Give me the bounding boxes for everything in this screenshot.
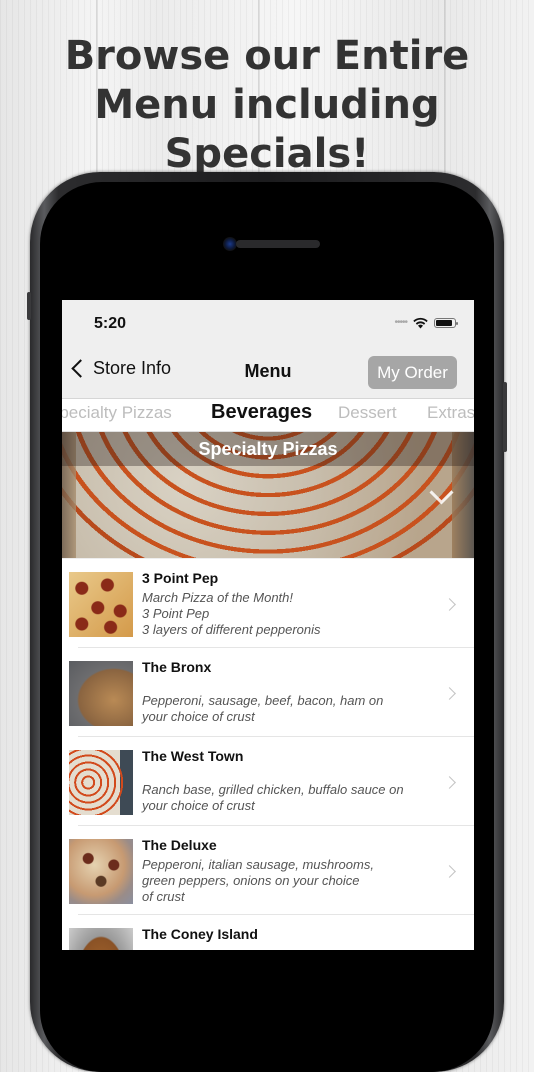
mute-switch bbox=[27, 292, 31, 320]
chevron-left-icon bbox=[71, 359, 90, 378]
chevron-right-icon bbox=[443, 776, 456, 789]
pizza-thumbnail bbox=[69, 572, 133, 637]
menu-item-name: The West Town bbox=[142, 748, 244, 764]
description-line: your choice of crust bbox=[142, 709, 255, 724]
category-banner[interactable]: Specialty Pizzas bbox=[62, 432, 474, 558]
power-button bbox=[503, 382, 507, 452]
chevron-down-icon[interactable] bbox=[429, 480, 454, 505]
description-line: Ranch base, grilled chicken, buffalo sau… bbox=[142, 782, 404, 797]
status-time: 5:20 bbox=[94, 315, 127, 332]
my-order-button[interactable]: My Order bbox=[368, 356, 457, 389]
menu-item-name: The Bronx bbox=[142, 659, 212, 675]
earpiece-speaker bbox=[236, 240, 320, 248]
menu-item-row[interactable]: The Bronx Pepperoni, sausage, beef, baco… bbox=[62, 648, 474, 737]
pizza-thumbnail bbox=[69, 839, 133, 904]
tab-beverages[interactable]: Beverages bbox=[211, 401, 312, 424]
menu-item-name: The Deluxe bbox=[142, 837, 217, 853]
back-button[interactable]: Store Info bbox=[70, 358, 171, 379]
description-line: Pepperoni, sausage, beef, bacon, ham on bbox=[142, 693, 384, 708]
menu-list: 3 Point Pep March Pizza of the Month! 3 … bbox=[62, 558, 474, 950]
headline-line-1: Browse our Entire bbox=[64, 33, 470, 79]
menu-item-description: March Pizza of the Month! 3 Point Pep 3 … bbox=[142, 590, 432, 638]
status-bar: 5:20 ••••• bbox=[62, 300, 474, 348]
app-screen: 5:20 ••••• Store Info Menu My Order Spec… bbox=[62, 300, 474, 950]
signal-dots-icon: ••••• bbox=[394, 317, 407, 328]
chevron-right-icon bbox=[443, 598, 456, 611]
description-line: your choice of crust bbox=[142, 798, 255, 813]
menu-item-row[interactable]: The Coney Island bbox=[62, 915, 474, 950]
menu-item-name: 3 Point Pep bbox=[142, 570, 219, 586]
description-line: green peppers, onions on your choice bbox=[142, 873, 360, 888]
promo-headline: Browse our Entire Menu including Special… bbox=[0, 32, 534, 179]
menu-item-description: Pepperoni, italian sausage, mushrooms, g… bbox=[142, 857, 432, 905]
category-tabs: Specialty Pizzas Beverages Dessert Extra… bbox=[62, 399, 474, 432]
navigation-bar: Store Info Menu My Order bbox=[62, 348, 474, 399]
pizza-thumbnail bbox=[69, 928, 133, 950]
description-line: 3 layers of different pepperonis bbox=[142, 622, 321, 637]
tab-extras[interactable]: Extras bbox=[427, 403, 474, 423]
menu-item-description: Ranch base, grilled chicken, buffalo sau… bbox=[142, 782, 432, 814]
menu-item-name: The Coney Island bbox=[142, 926, 258, 942]
status-icons: ••••• bbox=[394, 317, 458, 329]
chevron-right-icon bbox=[443, 687, 456, 700]
tab-specialty-pizzas[interactable]: Specialty Pizzas bbox=[62, 403, 172, 423]
description-line: of crust bbox=[142, 889, 185, 904]
headline-line-2: Menu including bbox=[94, 82, 440, 128]
battery-icon bbox=[434, 318, 458, 328]
battery-level bbox=[436, 320, 453, 326]
pizza-thumbnail bbox=[69, 750, 133, 815]
menu-item-description: Pepperoni, sausage, beef, bacon, ham on … bbox=[142, 693, 432, 725]
pizza-thumbnail bbox=[69, 661, 133, 726]
wifi-icon bbox=[413, 317, 428, 329]
description-line: March Pizza of the Month! bbox=[142, 590, 294, 605]
menu-item-row[interactable]: 3 Point Pep March Pizza of the Month! 3 … bbox=[62, 559, 474, 648]
menu-item-row[interactable]: The West Town Ranch base, grilled chicke… bbox=[62, 737, 474, 826]
description-line: Pepperoni, italian sausage, mushrooms, bbox=[142, 857, 374, 872]
description-line: 3 Point Pep bbox=[142, 606, 210, 621]
front-camera-icon bbox=[223, 237, 237, 251]
chevron-right-icon bbox=[443, 865, 456, 878]
back-label: Store Info bbox=[93, 358, 172, 378]
tab-dessert[interactable]: Dessert bbox=[338, 403, 397, 423]
menu-item-row[interactable]: The Deluxe Pepperoni, italian sausage, m… bbox=[62, 826, 474, 915]
banner-title: Specialty Pizzas bbox=[62, 432, 474, 466]
